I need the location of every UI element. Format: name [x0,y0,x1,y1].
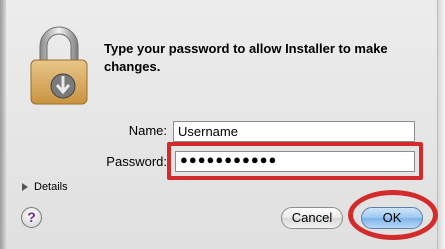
cancel-button[interactable]: Cancel [281,207,343,229]
dialog-message: Type your password to allow Installer to… [104,41,388,74]
password-field[interactable]: ●●●●●●●●●●● [175,151,415,172]
disclosure-triangle-icon[interactable] [22,183,28,191]
name-field[interactable] [173,121,415,142]
help-icon[interactable]: ? [21,207,42,228]
details-disclosure[interactable]: Details [22,181,68,193]
window-edge-left [0,0,6,249]
window-edge-right [437,0,445,249]
password-label: Password: [106,154,167,169]
details-label: Details [34,181,68,193]
lock-icon [30,26,88,105]
name-label: Name: [128,123,167,138]
ok-highlight-ring [348,190,438,240]
